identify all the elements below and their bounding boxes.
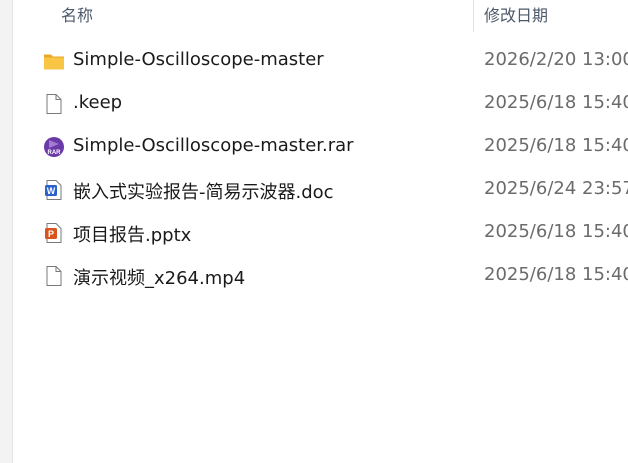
file-row-rar-archive[interactable]: RAR Simple-Oscilloscope-master.rar 2025/… <box>12 125 628 168</box>
file-row-word-report[interactable]: W 嵌入式实验报告-简易示波器.doc 2025/6/24 23:57 <box>12 168 628 211</box>
file-modified-date: 2025/6/18 15:40 <box>484 221 628 242</box>
file-name: Simple-Oscilloscope-master.rar <box>73 135 354 156</box>
word-document-icon: W <box>45 180 62 200</box>
blank-file-icon <box>46 94 62 114</box>
word-label: W <box>47 186 56 196</box>
date-modified-column-header[interactable]: 修改日期 <box>484 2 548 26</box>
file-row-project-pptx[interactable]: P 项目报告.pptx 2025/6/18 15:40 <box>12 211 628 254</box>
file-modified-date: 2025/6/18 15:40 <box>484 264 628 285</box>
powerpoint-label: P <box>48 229 54 239</box>
folder-icon <box>44 54 64 70</box>
file-name: Simple-Oscilloscope-master <box>73 49 324 70</box>
file-row-oscilloscope-folder[interactable]: Simple-Oscilloscope-master 2026/2/20 13:… <box>12 39 628 82</box>
column-header-bar: 名称 修改日期 <box>12 0 628 32</box>
file-name: 嵌入式实验报告-简易示波器.doc <box>73 182 334 203</box>
blank-file-icon <box>46 266 62 286</box>
file-modified-date: 2026/2/20 13:00 <box>484 49 628 70</box>
file-row-demo-video[interactable]: 演示视频_x264.mp4 2025/6/18 15:40 <box>12 254 628 297</box>
file-list: Simple-Oscilloscope-master 2026/2/20 13:… <box>12 39 628 297</box>
file-name: 项目报告.pptx <box>73 225 192 246</box>
file-name: 演示视频_x264.mp4 <box>73 268 246 289</box>
rar-archive-icon: RAR <box>44 137 64 157</box>
file-modified-date: 2025/6/18 15:40 <box>484 135 628 156</box>
name-column-header[interactable]: 名称 <box>61 2 93 26</box>
powerpoint-icon: P <box>45 223 62 243</box>
file-row-keep[interactable]: .keep 2025/6/18 15:40 <box>12 82 628 125</box>
file-modified-date: 2025/6/24 23:57 <box>484 178 628 199</box>
column-divider[interactable] <box>473 0 474 32</box>
file-name: .keep <box>73 92 123 113</box>
file-modified-date: 2025/6/18 15:40 <box>484 92 628 113</box>
rar-label: RAR <box>48 150 62 156</box>
